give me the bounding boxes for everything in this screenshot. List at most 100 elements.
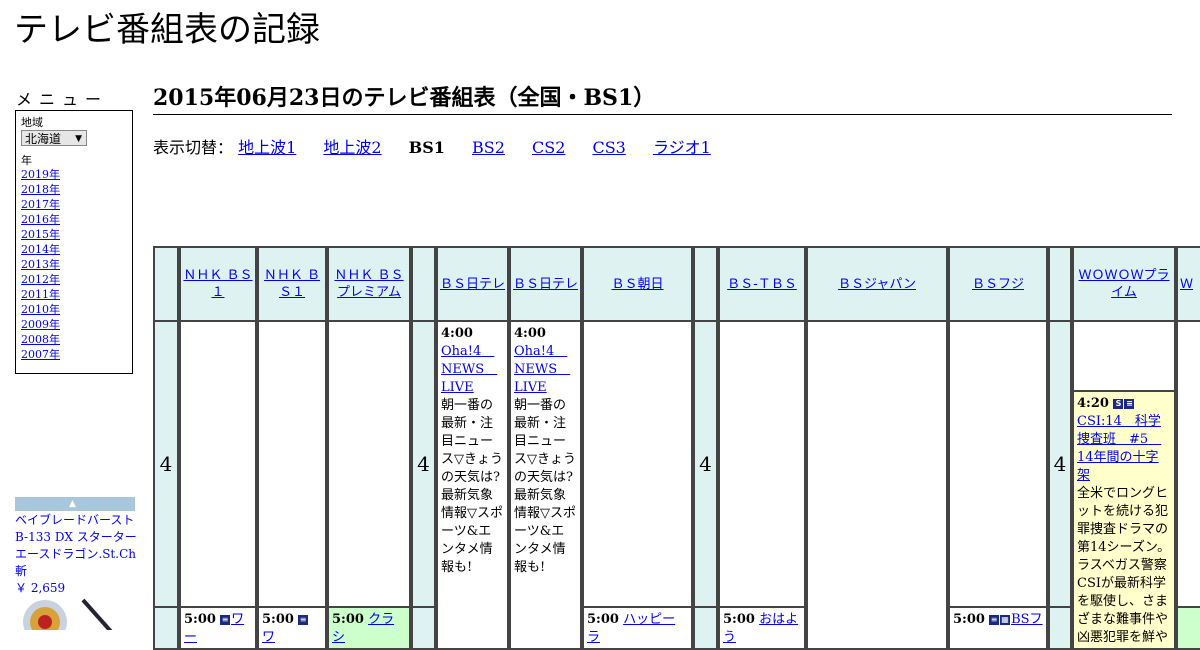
product-price[interactable]: ￥ 2,659 (15, 579, 65, 596)
hour-column-header (693, 246, 718, 322)
program-slot-empty (1176, 320, 1200, 608)
channel-link[interactable]: ＢＳ日テレ (440, 276, 505, 293)
channel-link[interactable]: ＢＳフジ (972, 276, 1024, 293)
program-cell: 5:00 ≡ ワ (257, 606, 327, 650)
channel-link[interactable]: ＷＯＷＯＷプライム (1076, 267, 1172, 301)
page-title: 2015年06月23日のテレビ番組表（全国・BS1） (153, 84, 1172, 115)
region-select[interactable]: 北海道 ▼ (21, 130, 87, 146)
region-label: 地域 (21, 116, 43, 129)
hour-label: 4 (693, 320, 718, 608)
year-link[interactable]: 2008年 (21, 333, 60, 346)
product-scroll-up[interactable]: ▲ (15, 497, 135, 511)
hour-label (153, 606, 179, 650)
hour-column-header (411, 246, 436, 322)
program-title-link[interactable]: ワ (262, 630, 275, 645)
program-title-link[interactable]: CSI:14 科学捜査班 #5 14年間の十字架 (1077, 414, 1161, 483)
product-image[interactable] (15, 596, 121, 630)
switch-terrestrial2[interactable]: 地上波2 (323, 138, 381, 157)
year-link[interactable]: 2011年 (21, 288, 60, 301)
program-slot-empty (948, 320, 1048, 608)
year-link[interactable]: 2012年 (21, 273, 60, 286)
switch-cs3[interactable]: CS3 (592, 138, 625, 157)
channel-link[interactable]: ＢＳ-ＴＢＳ (727, 276, 797, 293)
product-name-link[interactable]: ベイブレードバーストB-133 DX スターター エースドラゴン.St.Ch 斬 (15, 512, 137, 580)
program-slot-empty (1072, 320, 1176, 392)
program-time: 5:00 (262, 612, 294, 627)
year-link[interactable]: 2017年 (21, 198, 60, 211)
program-cell: 4:00 Oha!4 NEWS LIVE 朝一番の最新・注目ニュース▽きょうの天… (436, 320, 509, 650)
data-broadcast-icon: ≡ (1124, 399, 1135, 409)
hour-label: 4 (153, 320, 179, 608)
year-link[interactable]: 2016年 (21, 213, 60, 226)
channel-link[interactable]: ＢＳ日テレ (513, 276, 578, 293)
chevron-up-icon: ▲ (69, 499, 76, 509)
switch-terrestrial1[interactable]: 地上波1 (238, 138, 296, 157)
program-cell: 4:20 S ≡ CSI:14 科学捜査班 #5 14年間の十字架 全米でロングヒ… (1072, 390, 1176, 650)
channel-link[interactable]: ＮＨＫ ＢＳ１ (261, 267, 323, 301)
hour-label (1048, 606, 1072, 650)
multi-view-icon: ▦ (1000, 615, 1011, 625)
channel-header: ＢＳ日テレ (509, 246, 582, 322)
data-broadcast-icon: ≡ (220, 615, 231, 625)
program-description: 全米でロングヒットを続ける犯罪捜査ドラマの第14シーズン。ラスベガス警察CSIが… (1077, 486, 1171, 645)
program-time: 5:00 (587, 612, 619, 627)
program-slot-empty (327, 320, 411, 608)
year-link[interactable]: 2018年 (21, 183, 60, 196)
program-slot-empty (582, 320, 693, 608)
switch-radio1[interactable]: ラジオ1 (653, 138, 711, 157)
program-title-link[interactable]: Oha!4 NEWS LIVE (514, 344, 570, 395)
program-slot-empty (179, 320, 257, 608)
channel-header: ＢＳ日テレ (436, 246, 509, 322)
hour-column-header (153, 246, 179, 322)
program-slot-empty (257, 320, 327, 608)
switcher-label: 表示切替： (153, 138, 234, 157)
year-link[interactable]: 2009年 (21, 318, 60, 331)
program-description: 朝一番の最新・注目ニュース▽きょうの天気は?最新気象情報▽スポーツ&エンタメ情報… (441, 398, 503, 575)
program-title-link[interactable]: BSフ (1011, 612, 1042, 627)
program-time: 4:00 (441, 326, 473, 341)
program-title-link[interactable]: Oha!4 NEWS LIVE (441, 344, 497, 395)
program-time: 5:00 (953, 612, 985, 627)
program-slot-partial (1176, 606, 1200, 650)
channel-header: ＮＨＫ ＢＳプレミアム (327, 246, 411, 322)
channel-header: ＮＨＫ ＢＳ１ (179, 246, 257, 322)
hour-label (411, 606, 436, 650)
channel-link[interactable]: ＮＨＫ ＢＳ１ (183, 267, 253, 301)
program-cell: 5:00 おはよう (718, 606, 806, 650)
program-time: 5:00 (723, 612, 755, 627)
menu-box: 地域 北海道 ▼ 年 2019年 2018年 2017年 2016年 2015年… (15, 110, 133, 374)
year-link[interactable]: 2010年 (21, 303, 60, 316)
switch-bs1-current: BS1 (408, 138, 445, 157)
channel-link[interactable]: ＢＳ朝日 (611, 276, 663, 293)
channel-header: Ｗ (1176, 246, 1200, 322)
dropdown-arrow-icon: ▼ (75, 134, 82, 144)
year-link[interactable]: 2019年 (21, 168, 60, 181)
year-link[interactable]: 2015年 (21, 228, 60, 241)
program-description: 朝一番の最新・注目ニュース▽きょうの天気は?最新気象情報▽スポーツ&エンタメ情報… (514, 398, 576, 575)
program-time: 4:00 (514, 326, 546, 341)
channel-link[interactable]: ＮＨＫ ＢＳプレミアム (331, 267, 407, 301)
program-slot-empty (718, 320, 806, 608)
year-link[interactable]: 2014年 (21, 243, 60, 256)
channel-link[interactable]: Ｗ (1180, 276, 1193, 293)
program-time: 5:00 (332, 612, 364, 627)
channel-header: ＮＨＫ ＢＳ１ (257, 246, 327, 322)
channel-header: ＷＯＷＯＷプライム (1072, 246, 1176, 322)
year-label: 年 (21, 154, 32, 167)
view-switcher: 表示切替： 地上波1 地上波2 BS1 BS2 CS2 CS3 ラジオ1 (153, 134, 733, 158)
menu-heading: メニュー (16, 90, 109, 109)
hour-label: 4 (1048, 320, 1072, 608)
region-value: 北海道 (25, 132, 62, 146)
program-cell: 5:00 ≡ ▦ BSフ (948, 606, 1048, 650)
year-link[interactable]: 2013年 (21, 258, 60, 271)
switch-cs2[interactable]: CS2 (532, 138, 565, 157)
channel-header: ＢＳ朝日 (582, 246, 693, 322)
hour-label (693, 606, 718, 650)
program-cell: 5:00 クラシ (327, 606, 411, 650)
channel-header: ＢＳジャパン (806, 246, 948, 322)
channel-link[interactable]: ＢＳジャパン (838, 276, 916, 293)
hour-label: 4 (411, 320, 436, 608)
switch-bs2[interactable]: BS2 (472, 138, 505, 157)
program-cell: 5:00 ハッピーラ (582, 606, 693, 650)
year-link[interactable]: 2007年 (21, 348, 60, 361)
